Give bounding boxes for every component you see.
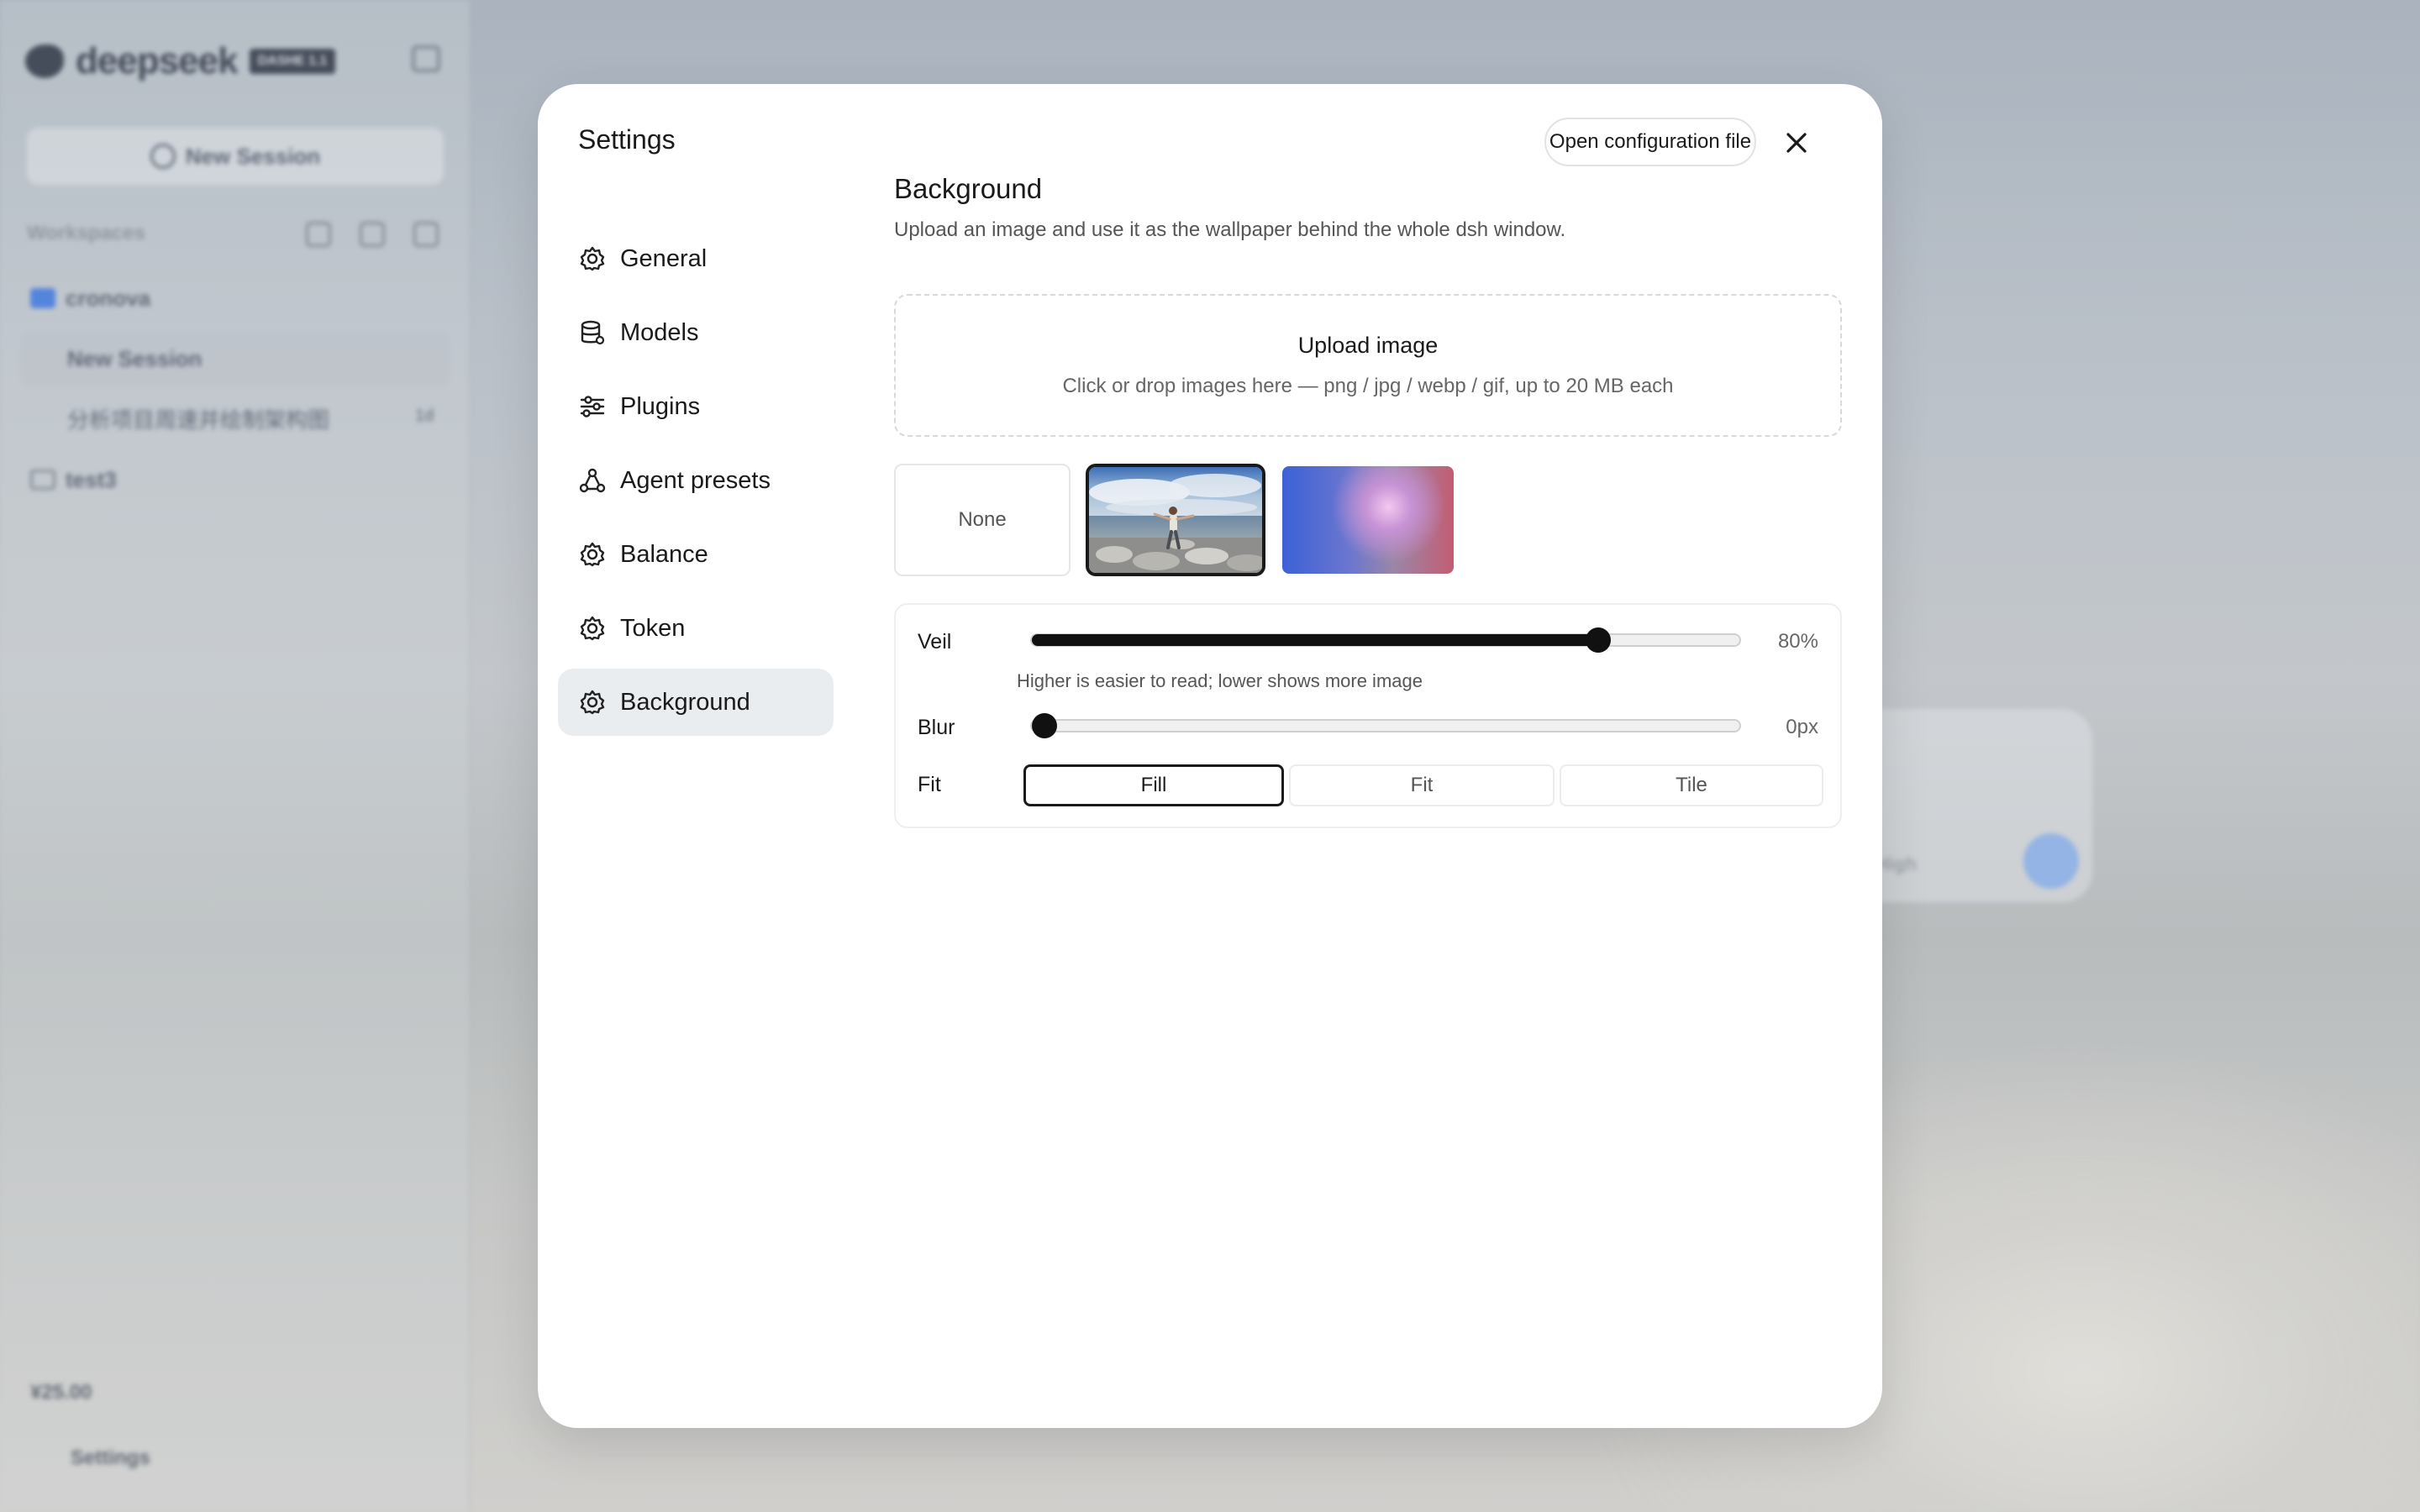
veil-slider-fill [1032, 634, 1598, 646]
section-title: Background [894, 173, 1043, 204]
sidebar-toggle-icon [412, 45, 440, 72]
bg-send-button [2023, 833, 2079, 889]
nav-label: Token [620, 614, 686, 642]
bg-new-session-button: New Session [27, 128, 444, 185]
nav-label: Balance [620, 540, 708, 568]
fit-option-fill[interactable]: Fill [1023, 764, 1284, 806]
gear-icon [578, 688, 607, 717]
blur-slider-thumb[interactable] [1032, 713, 1057, 738]
upload-title: Upload image [1297, 333, 1439, 358]
veil-hint: Higher is easier to read; lower shows mo… [1017, 670, 1423, 691]
blur-label: Blur [918, 716, 955, 739]
nav-item-background[interactable]: Background [558, 669, 834, 736]
upload-subtitle: Click or drop images here — png / jpg / … [1062, 375, 1674, 397]
open-config-button[interactable]: Open configuration file [1544, 118, 1756, 166]
nav-label: Models [620, 318, 699, 346]
nav-item-plugins[interactable]: Plugins [558, 373, 834, 440]
database-icon [578, 318, 607, 347]
search-icon [306, 222, 331, 247]
background-controls-panel: Veil 80% Higher is easier to read; lower… [894, 603, 1842, 828]
fit-option-tile[interactable]: Tile [1560, 764, 1823, 806]
bg-workspace-actions [306, 222, 439, 247]
whale-icon [25, 45, 64, 78]
sort-icon [360, 222, 385, 247]
bg-workspace-name: cronova [66, 286, 151, 311]
preset-none-label: None [958, 508, 1007, 531]
blur-value: 0px [1786, 716, 1818, 738]
gear-icon [578, 540, 607, 569]
fit-option-fit[interactable]: Fit [1289, 764, 1555, 806]
bg-workspaces-label: Workspaces [27, 222, 145, 244]
veil-slider-thumb[interactable] [1585, 627, 1611, 653]
nav-label: Agent presets [620, 466, 771, 494]
nav-label: General [620, 244, 708, 272]
veil-value: 80% [1777, 630, 1818, 653]
bg-workspace-name: test3 [66, 467, 117, 492]
settings-modal: Settings Open configuration file General… [538, 84, 1882, 1428]
bg-session-item: New Session [67, 346, 203, 371]
bg-brand: deepseek [76, 40, 239, 81]
bg-version-badge: DASHE 1.1 [249, 49, 336, 74]
bg-settings-label: Settings [71, 1446, 150, 1469]
bg-session-age: 1d [415, 407, 434, 425]
blur-slider[interactable] [1030, 713, 1741, 738]
bg-workspace-test3: test3 [30, 467, 117, 493]
preset-photo-thumbnail[interactable] [1086, 464, 1265, 576]
nav-item-general[interactable]: General [558, 225, 834, 292]
veil-slider[interactable] [1030, 627, 1741, 653]
nav-item-token[interactable]: Token [558, 595, 834, 662]
nav-item-agent-presets[interactable]: Agent presets [558, 447, 834, 514]
fit-label: Fit [918, 773, 941, 796]
beach-photo-image [1089, 467, 1262, 573]
nav-item-models[interactable]: Models [558, 299, 834, 366]
plus-circle-icon [150, 144, 176, 169]
preset-gradient-thumbnail[interactable] [1282, 466, 1454, 574]
gear-icon [578, 244, 607, 273]
new-folder-icon [413, 222, 439, 247]
upload-dropzone[interactable]: Upload image Click or drop images here —… [894, 294, 1842, 437]
preset-none[interactable]: None [894, 464, 1071, 576]
nav-label: Background [620, 688, 750, 716]
close-icon[interactable] [1780, 126, 1813, 160]
bg-sidebar: deepseek DASHE 1.1 New Session Workspace… [0, 0, 471, 1512]
folder-icon [30, 470, 55, 490]
modal-title: Settings [578, 124, 676, 155]
sliders-icon [578, 392, 607, 421]
background-presets: None [894, 464, 1842, 576]
bg-session-item: 分析项目周速并绘制架构图 [67, 407, 330, 433]
bg-balance: ¥25.00 [30, 1381, 92, 1404]
nav-label: Plugins [620, 392, 701, 420]
nav-item-balance[interactable]: Balance [558, 521, 834, 588]
gear-icon [578, 614, 607, 643]
folder-icon [30, 288, 55, 308]
veil-label: Veil [918, 630, 952, 654]
bg-workspace-cronova: cronova [30, 286, 150, 312]
bg-new-session-label: New Session [185, 143, 321, 169]
settings-nav: General Models Plugins Agent presets Bal… [558, 225, 834, 743]
fit-segmented-control: Fill Fit Tile [1023, 764, 1823, 806]
bg-logo: deepseek DASHE 1.1 [25, 40, 336, 82]
network-icon [578, 466, 607, 495]
section-description: Upload an image and use it as the wallpa… [894, 218, 1566, 241]
